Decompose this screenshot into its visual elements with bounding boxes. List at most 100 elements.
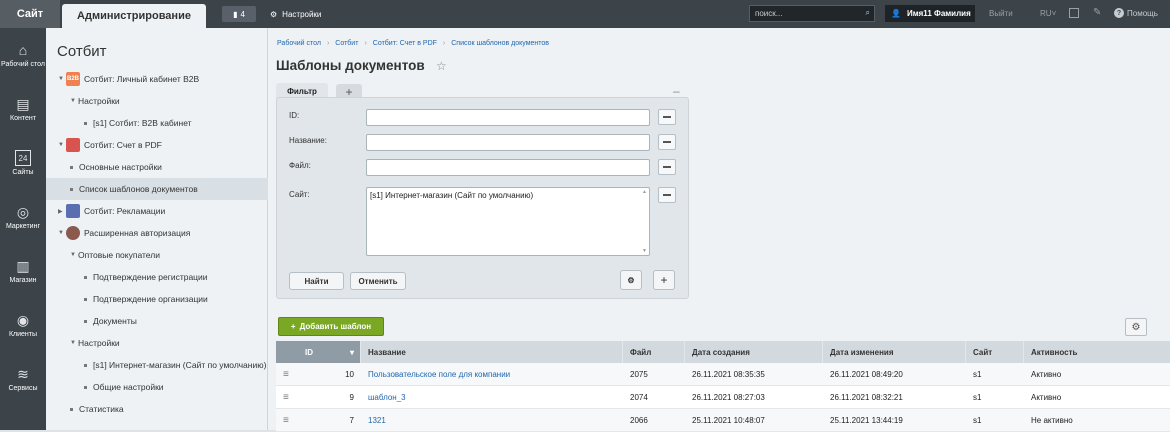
breadcrumb-separator: › — [326, 40, 330, 47]
row-menu-icon[interactable]: ≡ — [276, 409, 306, 431]
menu-item-desktop[interactable]: ⌂ Рабочий стол — [0, 28, 46, 82]
cell-site: s1 — [973, 369, 982, 379]
menu-item-shop[interactable]: ▥ Магазин — [0, 244, 46, 298]
tree-item[interactable]: ▼ Оптовые покупатели — [46, 244, 268, 266]
scrollbar[interactable]: ▲ ▼ — [641, 189, 648, 254]
cancel-button[interactable]: Отменить — [350, 272, 406, 290]
column-header-id[interactable]: ID ▾ — [276, 341, 361, 363]
notifications-count: 4 — [240, 9, 245, 19]
tree-item[interactable]: ▶ Сотбит: Рекламации — [46, 200, 268, 222]
breadcrumb-item[interactable]: Сотбит — [335, 40, 358, 47]
help-button[interactable]: ? Помощь — [1114, 8, 1158, 18]
home-icon: ⌂ — [18, 42, 28, 58]
user-button[interactable]: 👤 Имя11 Фамилия — [885, 5, 975, 22]
search-placeholder: поиск... — [755, 9, 783, 18]
row-menu-icon[interactable]: ≡ — [276, 386, 306, 408]
collapse-icon[interactable]: ▶ — [58, 208, 66, 215]
column-header-created[interactable]: Дата создания — [685, 341, 823, 363]
tree-item-label: Сотбит: Рекламации — [84, 206, 166, 216]
cell-name-link[interactable]: 1321 — [361, 409, 623, 431]
tree-item[interactable]: ▼ Сотбит: Счет в PDF — [46, 134, 268, 156]
notifications-button[interactable]: ▮ 4 — [222, 6, 256, 22]
add-field-button[interactable]: + — [653, 270, 675, 290]
cell-modified: 26.11.2021 08:32:21 — [830, 392, 903, 402]
cell-active: Активно — [1031, 369, 1062, 379]
tree-item[interactable]: [s1] Интернет-магазин (Сайт по умолчанию… — [46, 354, 268, 376]
tree-item[interactable]: Подтверждение организации — [46, 288, 268, 310]
tree-title: Сотбит — [57, 43, 107, 60]
expand-icon[interactable]: ▼ — [70, 340, 78, 346]
star-icon[interactable]: ☆ — [436, 59, 447, 73]
breadcrumb-item[interactable]: Сотбит: Счет в PDF — [373, 40, 437, 47]
menu-item-services[interactable]: ≋ Сервисы — [0, 352, 46, 406]
tree-item[interactable]: Документы — [46, 310, 268, 332]
breadcrumb-item[interactable]: Список шаблонов документов — [451, 40, 549, 47]
user-name: Имя11 Фамилия — [906, 9, 971, 18]
column-header-active[interactable]: Активность — [1024, 341, 1170, 363]
expand-icon[interactable]: ▼ — [70, 252, 78, 258]
cell-name-link[interactable]: шаблон_3 — [361, 386, 623, 408]
menu-item-sites[interactable]: 24 Сайты — [0, 136, 46, 190]
table-row[interactable]: ≡ 10 Пользовательское поле для компании … — [276, 363, 1170, 386]
clients-icon: ◉ — [16, 312, 30, 328]
expand-icon[interactable]: ▼ — [70, 98, 78, 104]
filter-label-file: Файл: — [289, 161, 311, 170]
settings-button[interactable]: ⚙ Настройки — [270, 10, 321, 19]
menu-item-marketing[interactable]: ◎ Маркетинг — [0, 190, 46, 244]
tree-item[interactable]: ▼ Расширенная авторизация — [46, 222, 268, 244]
tree-item[interactable]: [s1] Сотбит: B2B кабинет — [46, 112, 268, 134]
tree-item-selected[interactable]: Список шаблонов документов — [46, 178, 268, 200]
filter-settings-button[interactable]: ⚙ — [620, 270, 642, 290]
column-header-file[interactable]: Файл — [623, 341, 685, 363]
column-header-site[interactable]: Сайт — [966, 341, 1024, 363]
minimize-filter-button[interactable]: – — [673, 84, 680, 98]
remove-field-button[interactable] — [658, 134, 676, 150]
column-label: ID — [305, 347, 313, 357]
expand-icon[interactable]: ▼ — [58, 76, 66, 82]
site-tab[interactable]: Сайт — [0, 0, 60, 28]
tree-item[interactable]: Общие настройки — [46, 376, 268, 398]
tree-item[interactable]: Статистика — [46, 398, 268, 420]
expand-icon[interactable]: ▼ — [58, 230, 66, 236]
panel-toggle-icon[interactable] — [1069, 8, 1079, 18]
menu-item-clients[interactable]: ◉ Клиенты — [0, 298, 46, 352]
filter-name-input[interactable] — [366, 134, 650, 151]
table-body: ≡ 10 Пользовательское поле для компании … — [276, 363, 1170, 432]
exit-link[interactable]: Выйти — [989, 9, 1013, 18]
pin-icon[interactable]: ✎ — [1093, 7, 1101, 18]
bullet-icon — [70, 407, 73, 411]
minus-icon — [663, 116, 671, 118]
cell-created: 26.11.2021 08:35:35 — [692, 369, 765, 379]
tree-item-label: Сотбит: Счет в PDF — [84, 140, 162, 150]
tree-item[interactable]: Подтверждение регистрации — [46, 266, 268, 288]
expand-icon[interactable]: ▼ — [58, 142, 66, 148]
table-row[interactable]: ≡ 9 шаблон_3 2074 26.11.2021 08:27:03 26… — [276, 386, 1170, 409]
filter-site-select[interactable]: [s1] Интернет-магазин (Сайт по умолчанию… — [366, 187, 650, 256]
tree-item[interactable]: ▼ Настройки — [46, 332, 268, 354]
remove-field-button[interactable] — [658, 109, 676, 125]
tree-item-label: Настройки — [78, 338, 120, 348]
add-template-button[interactable]: + Добавить шаблон — [278, 317, 384, 336]
admin-tab[interactable]: Администрирование — [62, 4, 206, 28]
list-settings-button[interactable]: ⚙ — [1125, 318, 1147, 336]
column-header-modified[interactable]: Дата изменения — [823, 341, 966, 363]
find-button[interactable]: Найти — [289, 272, 344, 290]
search-input[interactable]: поиск... ⌕ — [749, 5, 875, 22]
row-menu-icon[interactable]: ≡ — [276, 363, 306, 385]
breadcrumb-item[interactable]: Рабочий стол — [277, 40, 321, 47]
tree-item-label: Основные настройки — [79, 162, 162, 172]
remove-field-button[interactable] — [658, 187, 676, 203]
site-option[interactable]: [s1] Интернет-магазин (Сайт по умолчанию… — [370, 191, 533, 200]
column-header-name[interactable]: Название — [361, 341, 623, 363]
tree-item[interactable]: ▼ B2B Сотбит: Личный кабинет B2B — [46, 68, 268, 90]
filter-id-input[interactable] — [366, 109, 650, 126]
cell-name-link[interactable]: Пользовательское поле для компании — [361, 363, 623, 385]
remove-field-button[interactable] — [658, 159, 676, 175]
tree-item[interactable]: ▼ Настройки — [46, 90, 268, 112]
filter-file-input[interactable] — [366, 159, 650, 176]
search-icon[interactable]: ⌕ — [866, 8, 870, 18]
tree-item[interactable]: Основные настройки — [46, 156, 268, 178]
table-row[interactable]: ≡ 7 1321 2066 25.11.2021 10:48:07 25.11.… — [276, 409, 1170, 432]
language-select[interactable]: RU˅ — [1040, 9, 1056, 18]
menu-item-content[interactable]: ▤ Контент — [0, 82, 46, 136]
